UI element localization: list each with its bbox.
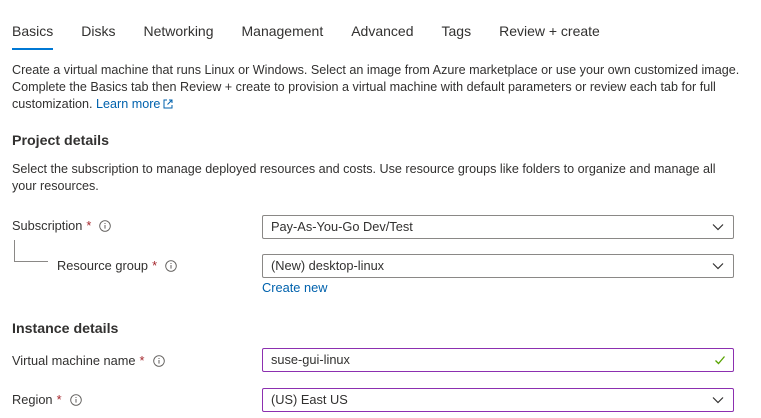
required-marker: * xyxy=(86,218,92,233)
region-label-text: Region xyxy=(12,392,53,407)
checkmark-icon xyxy=(715,356,725,365)
tab-networking[interactable]: Networking xyxy=(143,20,213,50)
subscription-value: Pay-As-You-Go Dev/Test xyxy=(271,219,413,234)
region-value: (US) East US xyxy=(271,392,348,407)
external-link-icon xyxy=(163,99,173,109)
intro-text: Create a virtual machine that runs Linux… xyxy=(12,62,742,113)
subscription-label-text: Subscription xyxy=(12,218,83,233)
chevron-down-icon xyxy=(712,397,724,404)
region-dropdown[interactable]: (US) East US xyxy=(262,388,734,412)
required-marker: * xyxy=(56,392,62,407)
tab-basics[interactable]: Basics xyxy=(12,20,54,50)
learn-more-link[interactable]: Learn more xyxy=(96,97,173,111)
hierarchy-connector xyxy=(14,240,48,262)
info-icon[interactable] xyxy=(99,219,112,232)
required-marker: * xyxy=(152,258,158,273)
resource-group-label-text: Resource group xyxy=(57,258,149,273)
resource-group-value: (New) desktop-linux xyxy=(271,258,385,273)
info-icon[interactable] xyxy=(152,354,165,367)
region-label: Region * xyxy=(12,392,82,407)
resource-group-dropdown[interactable]: (New) desktop-linux xyxy=(262,254,734,278)
tab-tags[interactable]: Tags xyxy=(442,20,472,50)
learn-more-label: Learn more xyxy=(96,97,161,111)
tab-management[interactable]: Management xyxy=(242,20,324,50)
project-details-heading: Project details xyxy=(12,133,109,149)
subscription-label: Subscription * xyxy=(12,218,112,233)
chevron-down-icon xyxy=(712,263,724,270)
info-icon[interactable] xyxy=(69,393,82,406)
chevron-down-icon xyxy=(712,224,724,231)
vm-name-label: Virtual machine name * xyxy=(12,353,165,368)
tab-advanced[interactable]: Advanced xyxy=(351,20,413,50)
project-details-description: Select the subscription to manage deploy… xyxy=(12,162,716,193)
subscription-dropdown[interactable]: Pay-As-You-Go Dev/Test xyxy=(262,215,734,239)
instance-details-heading: Instance details xyxy=(12,321,119,337)
tab-bar: Basics Disks Networking Management Advan… xyxy=(12,20,628,50)
resource-group-label: Resource group * xyxy=(57,258,177,273)
tab-disks[interactable]: Disks xyxy=(81,20,115,50)
vm-name-input[interactable]: suse-gui-linux xyxy=(262,348,734,372)
vm-name-label-text: Virtual machine name xyxy=(12,353,136,368)
tab-review-create[interactable]: Review + create xyxy=(499,20,600,50)
required-marker: * xyxy=(139,353,145,368)
info-icon[interactable] xyxy=(165,259,177,272)
create-new-link[interactable]: Create new xyxy=(262,280,327,295)
vm-name-value: suse-gui-linux xyxy=(271,352,350,367)
